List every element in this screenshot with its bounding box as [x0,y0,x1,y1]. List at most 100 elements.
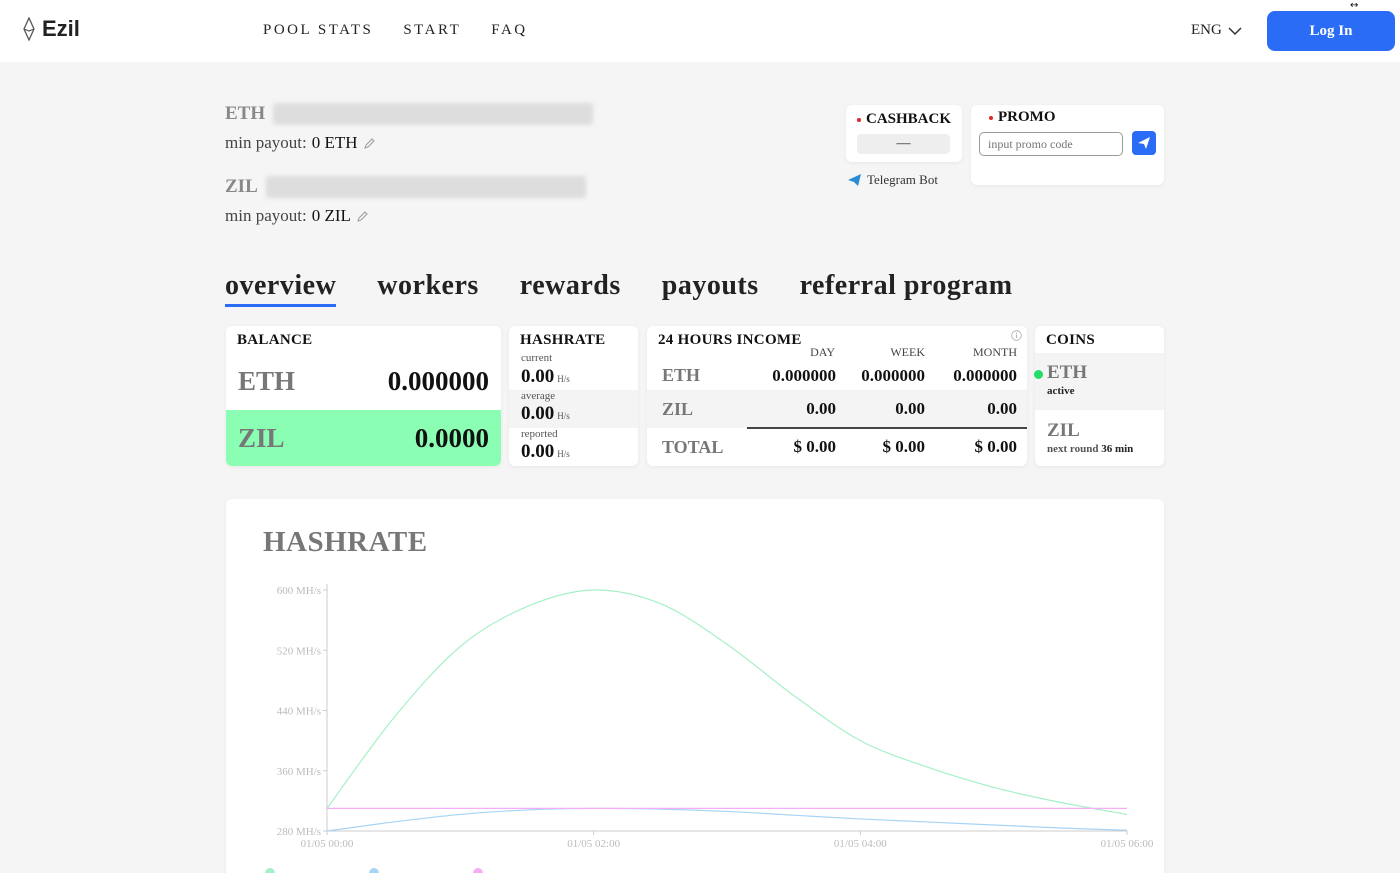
ezil-logo-icon [23,17,35,41]
hashrate-card-title: HASHRATE [520,332,606,348]
hashrate-current-label: current [521,352,553,364]
hashrate-reported-label: reported [521,428,558,440]
red-dot-icon [989,115,993,120]
min-payout-label: min payout: [225,133,307,152]
total-divider [747,427,1027,429]
telegram-bot-link[interactable]: Telegram Bot [848,172,938,188]
balance-row-eth: ETH 0.000000 [226,353,501,409]
x-tick-label: 01/05 00:00 [301,838,354,850]
coin-next-round: next round 36 min [1047,443,1134,455]
login-button[interactable]: Log In [1267,11,1395,51]
tab-payouts[interactable]: payouts [662,270,759,307]
promo-card: PROMO [971,105,1164,185]
zil-min-payout: min payout: 0 ZIL [225,206,369,226]
coin-item-eth[interactable]: ETH active [1034,353,1164,410]
pencil-icon[interactable] [363,137,376,150]
eth-min-payout: min payout: 0 ETH [225,133,376,153]
income-row-coin: TOTAL [662,437,724,457]
income-row-coin: ETH [662,365,701,385]
tab-referral-program[interactable]: referral program [800,270,1013,307]
income-value: 0.00 [895,399,925,418]
wallet-address-blurred [265,176,586,198]
nav-start[interactable]: START [403,22,461,39]
hashrate-card: HASHRATE current 0.00 H/s average 0.00 H/s… [509,326,638,466]
hashrate-chart-card: HASHRATE 600 MH/s 520 MH/s 440 MH/s 360 MH/… [226,499,1164,873]
telegram-bot-label: Telegram Bot [867,172,938,187]
wallet-coin-zil: ZIL [225,176,258,197]
balance-coin: ZIL [238,422,285,453]
income-value: $ 0.00 [793,437,837,456]
x-tick-label: 01/05 02:00 [567,838,620,850]
pencil-icon[interactable] [356,210,369,223]
tab-rewards[interactable]: rewards [520,270,621,307]
coin-name: ETH [1047,362,1088,383]
balance-value: 0.0000 [414,422,489,453]
y-tick-label: 280 MH/s [277,826,321,838]
zil-wallet-row: ZIL [225,176,586,198]
tab-overview[interactable]: overview [225,270,337,307]
tab-workers[interactable]: workers [377,270,478,307]
info-icon[interactable] [1011,330,1022,341]
income-value: $ 0.00 [974,437,1018,456]
coins-card: COINS ETH active ZIL next round 36 min [1034,326,1165,467]
hashrate-average-value: 0.00 H/s [521,403,570,424]
series-line-average [326,807,1128,832]
legend-dot-average [369,868,379,873]
promo-submit-button[interactable] [1132,131,1156,155]
wallet-address-blurred [273,103,594,125]
telegram-icon [848,174,861,186]
min-payout-value: 0 ZIL [311,206,351,225]
logo[interactable]: Ezil [22,16,80,42]
cashback-card: CASHBACK — [846,105,962,162]
income-row-coin: ZIL [662,399,694,419]
y-tick-label: 360 MH/s [277,766,321,778]
income-col-month: MONTH [973,345,1017,359]
language-selector[interactable]: ENG [1191,22,1242,39]
send-icon [1138,137,1150,149]
coin-name: ZIL [1047,420,1080,441]
income-value: $ 0.00 [882,437,926,456]
cashback-value: — [857,134,950,154]
y-tick-label: 600 MH/s [277,585,321,597]
cashback-title: CASHBACK [857,111,951,128]
coins-title: COINS [1046,332,1096,348]
nav-faq[interactable]: FAQ [491,22,527,39]
x-tick-label: 01/05 06:00 [1101,838,1154,850]
promo-code-input[interactable] [979,132,1123,156]
balance-row-zil: ZIL 0.0000 [226,410,501,466]
wallet-coin-eth: ETH [225,103,266,124]
nav-pool-stats[interactable]: POOL STATS [263,22,373,39]
resize-cursor-icon: ↔ [1350,0,1359,11]
y-tick-label: 520 MH/s [277,645,321,657]
hashrate-average-label: average [521,390,556,402]
balance-coin: ETH [238,365,296,396]
income-value: 0.00 [806,399,836,418]
income-value: 0.000000 [953,366,1017,385]
min-payout-label: min payout: [225,206,307,225]
legend-dot-reported [473,868,483,873]
logo-text: Ezil [42,16,80,41]
series-line-current [326,589,1128,816]
top-bar: Ezil POOL STATS START FAQ ENG ↔ Log In [0,0,1400,62]
promo-title: PROMO [989,109,1056,126]
red-dot-icon [857,117,861,122]
main-nav: POOL STATS START FAQ [263,22,528,39]
min-payout-value: 0 ETH [311,133,358,152]
hashrate-chart: 600 MH/s 520 MH/s 440 MH/s 360 MH/s 280 MH/s… [265,584,1154,873]
eth-wallet-row: ETH [225,103,594,125]
balance-title: BALANCE [237,332,313,348]
coin-status: active [1047,385,1075,397]
hashrate-reported-value: 0.00 H/s [521,441,570,462]
language-label: ENG [1191,22,1222,38]
balance-value: 0.000000 [387,365,489,396]
income-value: 0.000000 [861,366,925,385]
legend-dot-current [265,868,275,873]
tab-bar: overview workers rewards payouts referra… [225,270,1013,307]
x-tick-label: 01/05 04:00 [834,838,887,850]
coin-item-zil[interactable]: ZIL next round 36 min [1035,410,1165,467]
income-value: 0.00 [987,399,1017,418]
income-value: 0.000000 [772,366,836,385]
y-tick-label: 440 MH/s [277,706,321,718]
income-card: 24 HOURS INCOME DAY WEEK MONTH ETH 0.000… [647,326,1027,466]
status-dot-icon [1034,370,1043,379]
